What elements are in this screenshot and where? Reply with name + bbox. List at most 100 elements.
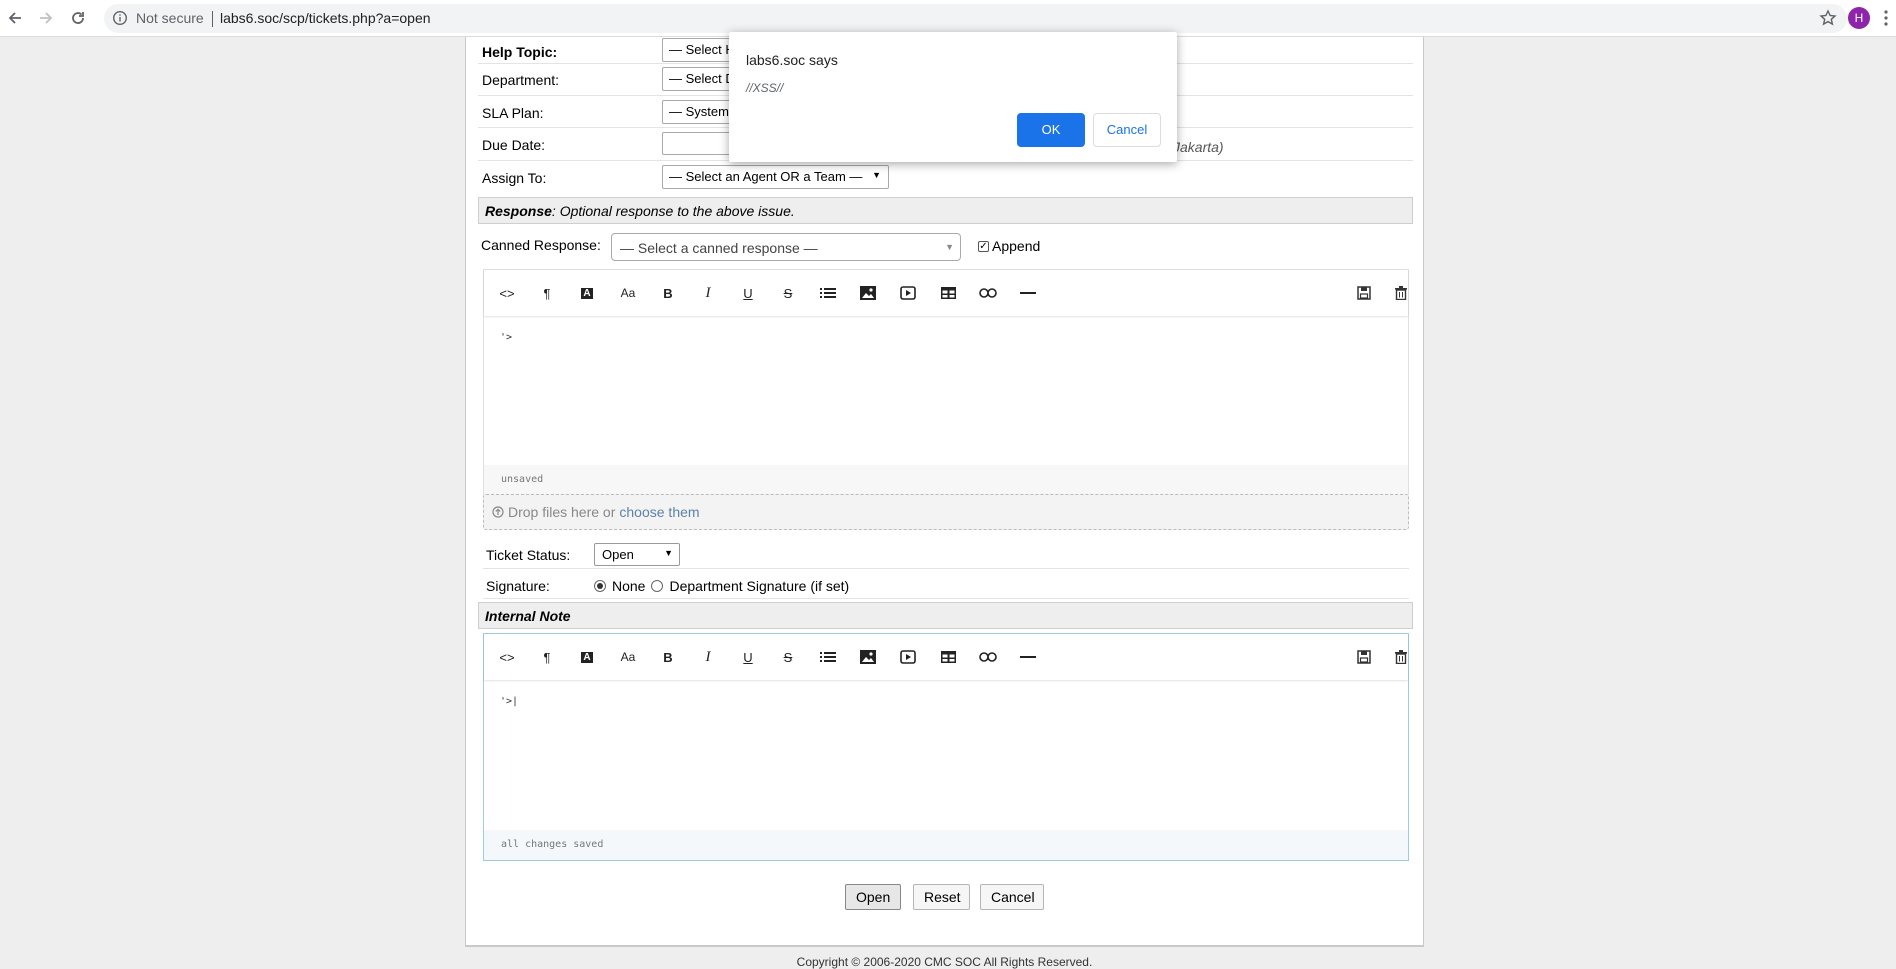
image-icon[interactable]	[857, 647, 879, 667]
alert-dialog: labs6.soc says //XSS// OK Cancel	[729, 32, 1177, 162]
checkbox-checked-icon: ✓	[978, 240, 989, 252]
paragraph-icon[interactable]: ¶	[536, 647, 558, 667]
assign-to-select[interactable]: — Select an Agent OR a Team — ▼	[662, 165, 889, 189]
timezone-hint: Jakarta)	[1173, 139, 1224, 155]
copyright-footer: Copyright © 2006-2020 CMC SOC All Rights…	[796, 955, 1093, 969]
delete-draft-icon[interactable]	[1390, 647, 1412, 667]
assign-to-value: — Select an Agent OR a Team —	[669, 169, 863, 184]
reload-button[interactable]	[66, 6, 90, 30]
text-color-icon[interactable]: A	[576, 283, 598, 303]
attachment-dropzone[interactable]: Drop files here or choose them	[483, 494, 1409, 530]
video-icon[interactable]	[897, 647, 919, 667]
address-separator	[212, 11, 213, 27]
choose-files-link[interactable]: choose them	[619, 504, 699, 520]
bold-icon[interactable]: B	[657, 283, 679, 303]
strikethrough-icon[interactable]: S	[777, 647, 799, 667]
forward-button[interactable]	[34, 6, 58, 30]
alert-cancel-button[interactable]: Cancel	[1093, 113, 1161, 147]
upload-icon	[492, 506, 504, 518]
dropzone-text: Drop files here or	[508, 504, 616, 520]
link-icon[interactable]	[977, 283, 999, 303]
due-date-label: Due Date:	[482, 137, 546, 153]
horizontal-rule-icon[interactable]	[1017, 647, 1039, 667]
internal-note-header: Internal Note	[478, 602, 1413, 629]
forward-arrow-icon	[40, 12, 53, 24]
font-size-icon[interactable]: Aa	[617, 283, 639, 303]
signature-none-radio[interactable]	[594, 580, 606, 592]
internal-note-editor-text: '>|	[500, 696, 519, 707]
signature-none-label: None	[612, 578, 646, 594]
response-title: Response	[485, 203, 552, 219]
font-size-icon[interactable]: Aa	[617, 647, 639, 667]
ticket-status-value: Open	[602, 547, 634, 562]
response-section-header: Response: Optional response to the above…	[478, 197, 1413, 224]
table-icon[interactable]	[937, 283, 959, 303]
code-icon[interactable]: <>	[496, 283, 518, 303]
link-icon[interactable]	[977, 647, 999, 667]
chevron-down-icon: ▼	[945, 242, 954, 252]
sla-plan-label: SLA Plan:	[482, 105, 544, 121]
chevron-down-icon: ▼	[664, 548, 673, 558]
internal-note-editor-status: all changes saved	[484, 830, 1408, 860]
canned-response-select[interactable]: — Select a canned response — ▼	[611, 233, 961, 261]
reset-button[interactable]: Reset	[913, 884, 970, 910]
append-checkbox[interactable]: ✓ Append	[978, 238, 1040, 254]
table-icon[interactable]	[937, 647, 959, 667]
signature-options: None Department Signature (if set)	[594, 578, 849, 594]
chevron-down-icon: ▼	[872, 170, 881, 180]
browser-menu-icon[interactable]	[1883, 9, 1889, 30]
text-color-icon[interactable]: A	[576, 647, 598, 667]
save-draft-icon[interactable]	[1353, 283, 1375, 303]
italic-icon[interactable]: I	[697, 647, 719, 667]
canned-response-label: Canned Response:	[481, 237, 601, 253]
department-label: Department:	[482, 72, 560, 88]
internal-note-toolbar: <> ¶ A Aa B I U S	[484, 634, 1408, 680]
strikethrough-icon[interactable]: S	[777, 283, 799, 303]
signature-label: Signature:	[486, 578, 550, 594]
response-editor-body[interactable]: '> unsaved	[484, 316, 1408, 495]
bookmark-star-icon[interactable]	[1819, 9, 1837, 30]
image-icon[interactable]	[857, 283, 879, 303]
open-button[interactable]: Open	[845, 884, 901, 910]
assign-to-label: Assign To:	[482, 170, 547, 186]
back-button[interactable]	[3, 6, 27, 30]
video-icon[interactable]	[897, 283, 919, 303]
security-label: Not secure	[136, 10, 204, 26]
response-subtitle: : Optional response to the above issue.	[551, 203, 795, 219]
address-bar[interactable]: Not secure labs6.soc/scp/tickets.php?a=o…	[104, 4, 1847, 33]
italic-icon[interactable]: I	[697, 283, 719, 303]
response-editor-status: unsaved	[484, 465, 1408, 495]
alert-title: labs6.soc says	[746, 52, 838, 68]
back-arrow-icon	[8, 12, 21, 24]
response-editor-toolbar: <> ¶ A Aa B I U S	[484, 270, 1408, 316]
underline-icon[interactable]: U	[737, 283, 759, 303]
bold-icon[interactable]: B	[657, 647, 679, 667]
horizontal-rule-icon[interactable]	[1017, 283, 1039, 303]
alert-ok-button[interactable]: OK	[1017, 113, 1085, 147]
delete-draft-icon[interactable]	[1390, 283, 1412, 303]
list-icon[interactable]	[817, 647, 839, 667]
ticket-status-label: Ticket Status:	[486, 547, 571, 563]
save-draft-icon[interactable]	[1353, 647, 1375, 667]
profile-avatar[interactable]: H	[1848, 7, 1870, 29]
site-info-icon[interactable]	[112, 10, 128, 29]
url-text[interactable]: labs6.soc/scp/tickets.php?a=open	[220, 10, 431, 26]
alert-message: //XSS//	[746, 81, 784, 95]
internal-note-editor-body[interactable]: '>| all changes saved	[484, 680, 1408, 860]
underline-icon[interactable]: U	[737, 647, 759, 667]
internal-note-editor: <> ¶ A Aa B I U S '>| all changes saved	[483, 633, 1409, 861]
assign-to-row: Assign To: — Select an Agent OR a Team —…	[478, 161, 1413, 194]
signature-department-radio[interactable]	[651, 580, 664, 592]
cancel-button[interactable]: Cancel	[980, 884, 1044, 910]
append-label: Append	[992, 238, 1041, 254]
response-editor-text: '>	[500, 332, 513, 343]
code-icon[interactable]: <>	[496, 647, 518, 667]
reload-icon	[72, 12, 84, 24]
signature-department-label: Department Signature (if set)	[669, 578, 850, 594]
ticket-form-page: Help Topic: — Select H Department: — Sel…	[465, 37, 1424, 969]
paragraph-icon[interactable]: ¶	[536, 283, 558, 303]
help-topic-label: Help Topic:	[482, 44, 558, 60]
ticket-status-select[interactable]: Open ▼	[594, 543, 680, 566]
response-editor: <> ¶ A Aa B I U S '> unsaved	[483, 269, 1409, 495]
list-icon[interactable]	[817, 283, 839, 303]
